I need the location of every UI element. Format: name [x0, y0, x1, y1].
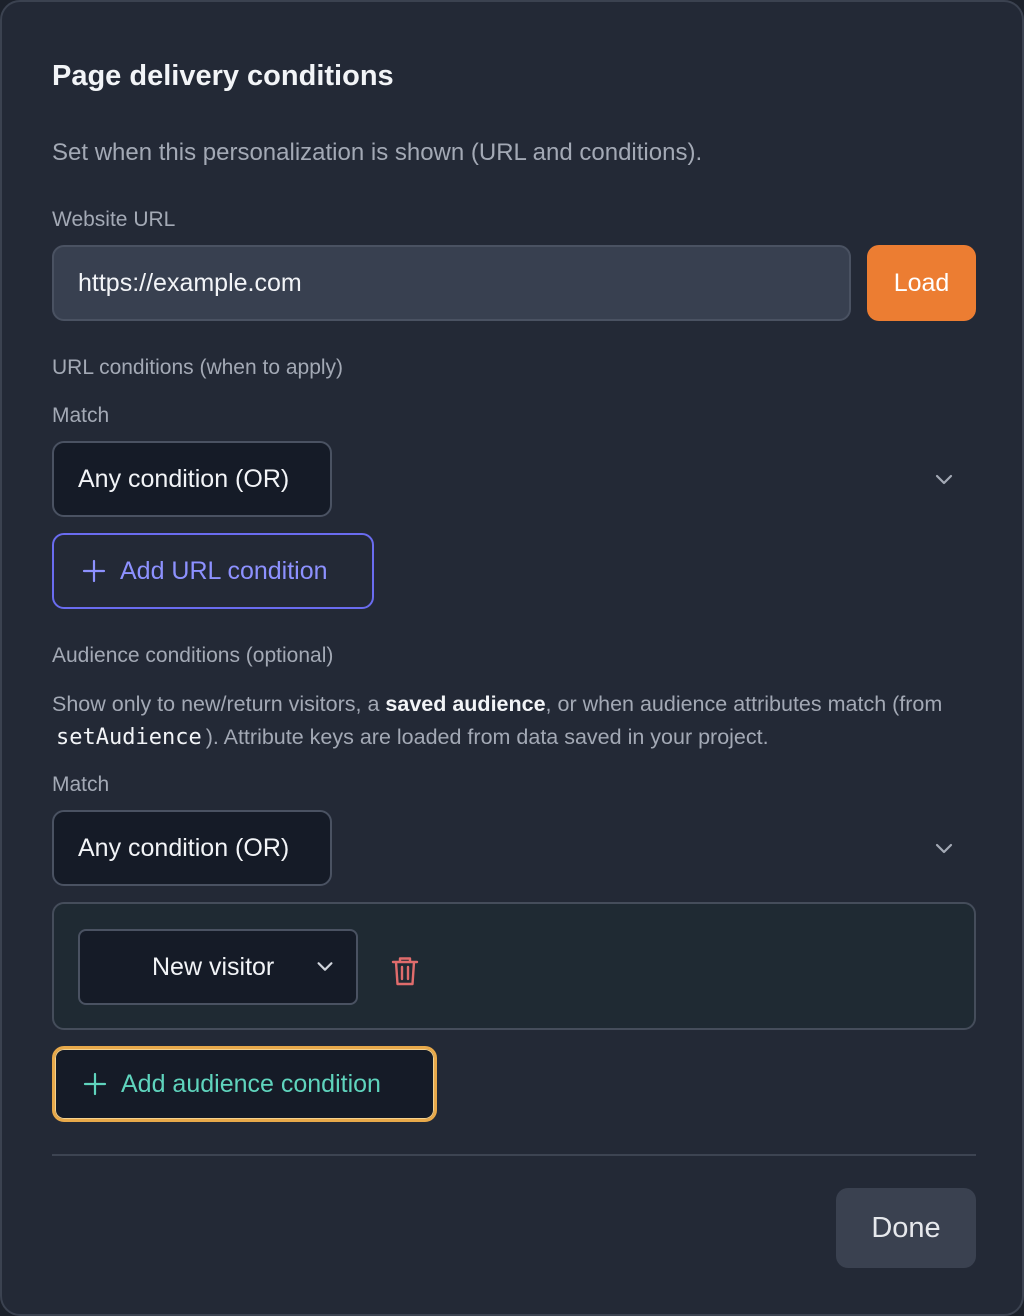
add-url-condition-button[interactable]: Add URL condition: [52, 533, 374, 609]
add-url-condition-label: Add URL condition: [120, 556, 328, 585]
plus-icon: [82, 559, 106, 583]
url-match-label: Match: [52, 404, 110, 427]
load-button[interactable]: Load: [867, 245, 976, 321]
audience-conditions-description: Show only to new/return visitors, a save…: [52, 692, 943, 750]
add-audience-condition-label: Add audience condition: [121, 1069, 381, 1098]
page-delivery-conditions-dialog: Page delivery conditions Set when this p…: [0, 0, 1024, 1316]
chevron-down-icon[interactable]: [932, 836, 956, 860]
done-button[interactable]: Done: [836, 1188, 976, 1268]
audience-match-select[interactable]: Any condition (OR): [52, 810, 976, 886]
website-url-label: Website URL: [52, 208, 176, 231]
url-match-select[interactable]: Any condition (OR): [52, 441, 976, 517]
audience-match-value[interactable]: Any condition (OR): [52, 810, 332, 886]
saved-audience-emphasis: saved audience: [385, 692, 546, 716]
url-conditions-heading: URL conditions (when to apply): [52, 356, 344, 379]
dialog-subtitle: Set when this personalization is shown (…: [52, 139, 703, 166]
audience-match-label: Match: [52, 773, 110, 796]
audience-conditions-heading: Audience conditions (optional): [52, 644, 334, 667]
dialog-title: Page delivery conditions: [52, 60, 394, 92]
url-match-value[interactable]: Any condition (OR): [52, 441, 332, 517]
footer-divider: [52, 1154, 976, 1156]
visitor-type-select[interactable]: New visitor: [78, 929, 358, 1005]
chevron-down-icon[interactable]: [932, 467, 956, 491]
set-audience-code: setAudience: [56, 725, 202, 750]
website-url-input[interactable]: [52, 245, 851, 321]
plus-icon: [83, 1072, 107, 1096]
chevron-down-icon: [317, 962, 333, 971]
trash-icon[interactable]: [390, 955, 420, 987]
visitor-type-value: New visitor: [152, 953, 275, 981]
add-audience-condition-button[interactable]: Add audience condition: [52, 1046, 437, 1122]
audience-condition-row: New visitor: [52, 902, 976, 1030]
